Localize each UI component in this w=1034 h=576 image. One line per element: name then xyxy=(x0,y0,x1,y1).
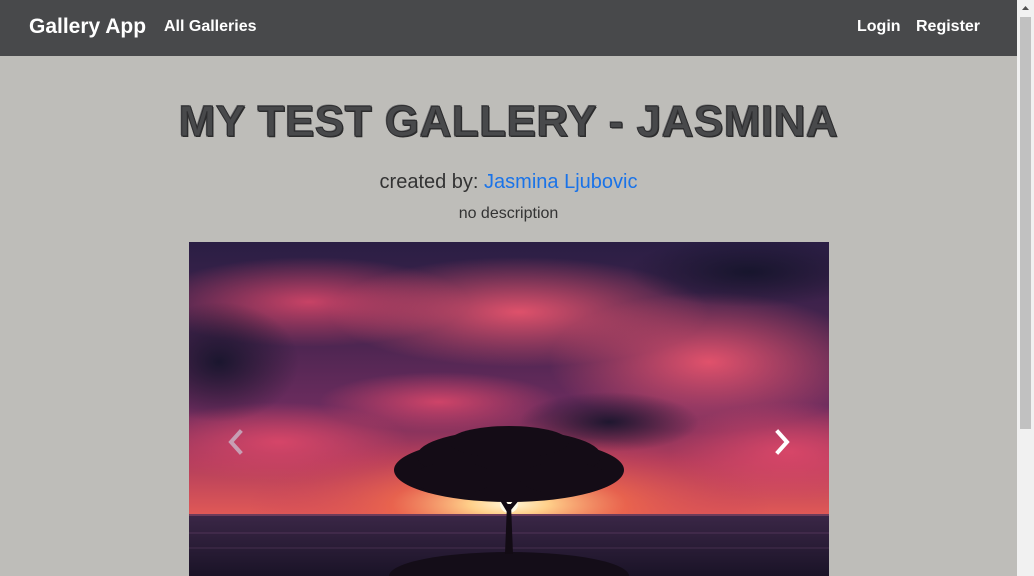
gallery-description: no description xyxy=(458,205,559,222)
scroll-thumb[interactable] xyxy=(1020,17,1031,429)
chevron-right-icon[interactable] xyxy=(761,422,801,462)
created-by: created by: Jasmina Ljubovic xyxy=(0,171,1017,194)
gallery-image xyxy=(189,242,829,576)
nav-login[interactable]: Login xyxy=(857,18,901,36)
nav-register[interactable]: Register xyxy=(916,18,980,36)
chevron-left-icon[interactable] xyxy=(217,422,257,462)
nav-all-galleries[interactable]: All Galleries xyxy=(164,18,257,36)
scroll-up-arrow-icon[interactable] xyxy=(1017,0,1034,17)
brand-link[interactable]: Gallery App xyxy=(29,15,146,39)
created-by-label: created by: xyxy=(379,171,485,193)
image-carousel xyxy=(189,242,829,576)
navbar: Gallery App All Galleries Login Register xyxy=(0,0,1017,56)
scrollbar[interactable] xyxy=(1017,0,1034,576)
page: Gallery App All Galleries Login Register… xyxy=(0,0,1017,576)
author-link[interactable]: Jasmina Ljubovic xyxy=(484,171,637,193)
page-title: MY TEST GALLERY - JASMINA xyxy=(178,97,839,147)
